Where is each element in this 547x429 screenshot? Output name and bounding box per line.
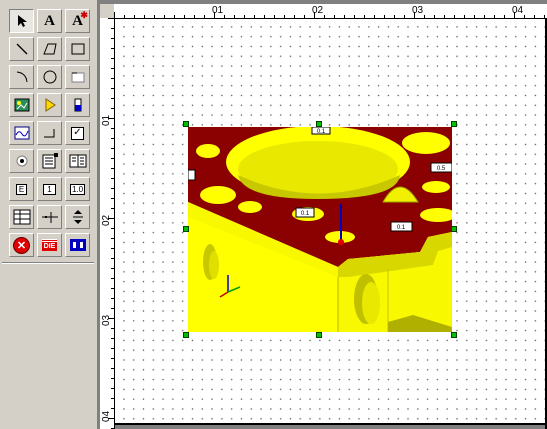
resize-handle-top-left[interactable] [183,121,189,127]
grid-tool-button[interactable] [9,205,34,229]
frame-tool-button[interactable] [65,65,90,89]
text-tool-icon: A [44,12,55,29]
circle-tool-button[interactable] [37,65,62,89]
picture-tool-button[interactable] [9,93,34,117]
document-tool-icon [41,153,59,169]
play-tool-icon [42,97,58,113]
arc-tool-button[interactable] [9,65,34,89]
resize-handle-top[interactable] [316,121,322,127]
checkbox-tool-button[interactable]: ✓ [65,121,90,145]
resize-handle-left[interactable] [183,226,189,232]
resize-handle-bottom-right[interactable] [451,332,457,338]
stop-tool-button[interactable]: ✕ [9,233,34,257]
control-tool-icon [69,237,87,253]
ruler-left-label-1: 01 [101,114,112,126]
select-arrow-icon [16,14,28,28]
table-tool-icon [69,153,87,169]
line-tool-icon [14,41,30,57]
table-tool-button[interactable] [65,149,90,173]
dimension-10-tool-icon: 1.0 [69,183,86,195]
dimension-1-tool-icon: 1 [43,183,56,195]
checkbox-tool-icon: ✓ [71,126,84,140]
select-tool-button[interactable] [9,9,34,33]
cad-3d-view[interactable]: 0.1 0.5 0.1 0.1 [188,127,452,332]
picture-tool-icon [14,97,30,113]
ruler-left-label-3: 03 [101,314,112,326]
ruler-top-label-2: 02 [312,5,324,16]
text-special-tool-button[interactable]: A ✱ [65,9,90,33]
text-tool-button[interactable]: A [37,9,62,33]
step-tool-button[interactable] [37,121,62,145]
dimension-10-tool-button[interactable]: 1.0 [65,177,90,201]
radio-tool-button[interactable] [9,149,34,173]
polygon-tool-icon [42,41,58,57]
line-tool-button[interactable] [9,37,34,61]
spin-tool-icon [70,209,86,225]
callout-top-text: 0.1 [317,129,326,135]
ruler-top-label-4: 04 [512,5,524,16]
die-tool-icon: DIE [41,239,58,251]
page-shadow-bottom [115,423,547,425]
graph-tool-icon [14,125,30,141]
stop-tool-icon: ✕ [13,236,30,254]
play-tool-button[interactable] [37,93,62,117]
frame-tool-icon [70,69,86,85]
ruler-left-label-4: 04 [101,410,112,422]
callout-center-text: 0.1 [301,211,310,217]
circle-tool-icon [42,69,58,85]
callout-lower-text: 0.1 [397,225,406,231]
ruler-left-label-2: 02 [101,214,112,226]
step-tool-icon [42,125,58,141]
ruler-top-label-1: 01 [212,5,224,16]
resize-handle-top-right[interactable] [451,121,457,127]
die-tool-button[interactable]: DIE [37,233,62,257]
bar-tool-button[interactable] [65,93,90,117]
text-special-tool-icon: A ✱ [72,9,88,29]
junction-tool-button[interactable] [37,205,62,229]
rectangle-tool-icon [70,41,86,57]
ruler-top: 01 02 03 04 [114,4,547,19]
polygon-tool-button[interactable] [37,37,62,61]
ruler-top-label-3: 03 [412,5,424,16]
graph-tool-button[interactable] [9,121,34,145]
dimension-e-tool-button[interactable]: E [9,177,34,201]
dimension-e-tool-icon: E [15,183,28,195]
resize-handle-bottom[interactable] [316,332,322,338]
radio-tool-icon [14,153,30,169]
resize-handle-right[interactable] [451,226,457,232]
spin-tool-button[interactable] [65,205,90,229]
toolbox-separator [2,262,94,264]
junction-tool-icon [41,209,59,225]
toolbox: A A ✱ ✓ E 1 1.0 ✕ DIE [0,0,98,429]
control-tool-button[interactable] [65,233,90,257]
arc-tool-icon [14,69,30,85]
ruler-left: 01 02 03 04 [100,18,115,429]
rectangle-tool-button[interactable] [65,37,90,61]
bar-tool-icon [70,97,86,113]
ruler-corner [100,4,114,18]
dimension-1-tool-button[interactable]: 1 [37,177,62,201]
document-tool-button[interactable] [37,149,62,173]
grid-tool-icon [13,209,31,225]
resize-handle-bottom-left[interactable] [183,332,189,338]
callout-right-text: 0.5 [437,166,446,172]
